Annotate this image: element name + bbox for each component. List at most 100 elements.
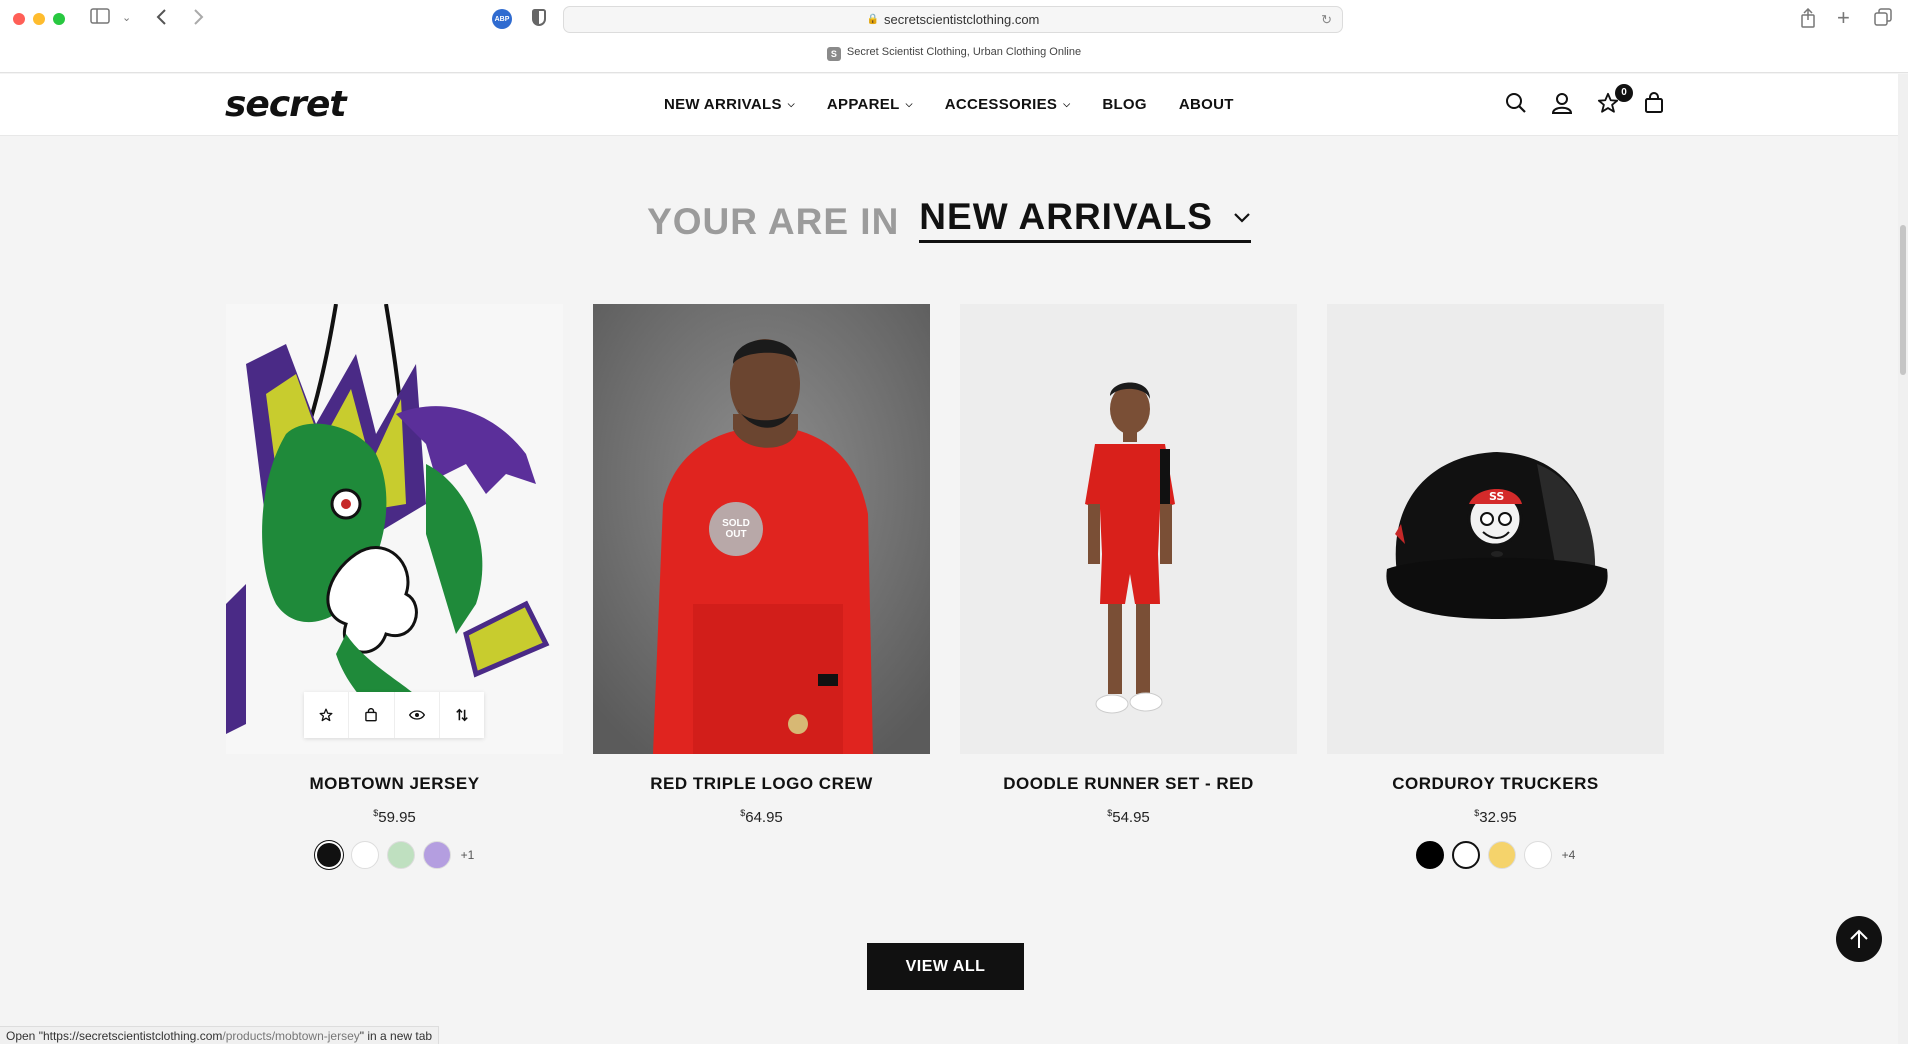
collection-selector[interactable]: NEW ARRIVALS <box>919 196 1251 243</box>
color-swatch-mint[interactable] <box>386 841 415 869</box>
adblock-extension-icon[interactable]: ABP <box>492 9 512 29</box>
nav-label: ACCESSORIES <box>944 96 1058 113</box>
link-status-bar: Open "https://secretscientistclothing.co… <box>0 1026 440 1044</box>
more-colors-count[interactable]: +1 <box>461 848 475 862</box>
color-swatches: +4 <box>1327 840 1664 870</box>
product-image-jersey[interactable] <box>226 304 563 754</box>
quick-view-button[interactable] <box>395 692 440 738</box>
color-swatch-white-outlined[interactable] <box>1451 841 1480 869</box>
quick-view-eye-icon <box>408 710 425 720</box>
address-bar[interactable]: 🔒 secretscientistclothing.com ↻ <box>563 6 1343 33</box>
tab-overview-icon[interactable] <box>1874 8 1892 30</box>
site-logo[interactable]: secret <box>225 84 347 125</box>
forward-button[interactable] <box>192 8 204 30</box>
header-actions: 0 <box>1505 84 1667 116</box>
price-value: 54.95 <box>1112 809 1150 826</box>
price-value: 32.95 <box>1479 809 1517 826</box>
product-name[interactable]: CORDUROY TRUCKERS <box>1327 774 1664 794</box>
color-swatch-black[interactable] <box>316 843 341 867</box>
lock-icon: 🔒 <box>866 14 880 25</box>
status-url-suffix: " in a new tab <box>359 1029 433 1043</box>
minimize-window-button[interactable] <box>33 13 45 25</box>
add-to-cart-button[interactable] <box>349 692 395 738</box>
cart-bag-icon[interactable] <box>1643 92 1667 116</box>
product-price: $54.95 <box>960 808 1297 826</box>
chevron-down-icon: ⌵ <box>905 99 913 109</box>
heading-prefix: YOUR ARE IN <box>647 201 900 242</box>
product-grid: MOBTOWN JERSEY $59.95 +1 RED TRIPLE LOGO… <box>226 304 1668 870</box>
color-swatch-black[interactable] <box>1415 841 1444 869</box>
wishlist-star-icon <box>319 708 333 722</box>
color-swatches: +1 <box>226 840 563 870</box>
arrow-up-icon <box>1850 929 1868 948</box>
nav-label: BLOG <box>1102 96 1147 113</box>
window-controls <box>13 13 65 25</box>
product-name[interactable]: DOODLE RUNNER SET - RED <box>960 774 1297 794</box>
share-icon[interactable] <box>1800 7 1816 32</box>
nav-about[interactable]: ABOUT <box>1179 96 1234 113</box>
color-swatch-white[interactable] <box>1523 841 1552 869</box>
privacy-shield-icon[interactable] <box>532 9 546 26</box>
svg-text:SS: SS <box>1489 490 1504 503</box>
color-swatch-lavender[interactable] <box>422 841 451 869</box>
add-to-cart-bag-icon <box>365 708 378 722</box>
nav-label: NEW ARRIVALS <box>664 96 782 113</box>
new-tab-icon[interactable]: + <box>1837 7 1850 29</box>
product-image-trucker-cap[interactable]: SS <box>1327 304 1664 754</box>
nav-apparel[interactable]: APPAREL ⌵ <box>827 96 913 113</box>
browser-toolbar: ⌄ ABP 🔒 secretscientistclothing.com ↻ + … <box>0 0 1908 73</box>
nav-accessories[interactable]: ACCESSORIES ⌵ <box>945 96 1071 113</box>
nav-label: APPAREL <box>826 96 900 113</box>
price-value: 64.95 <box>745 809 783 826</box>
product-price: $59.95 <box>226 808 563 826</box>
more-colors-count[interactable]: +4 <box>1562 848 1576 862</box>
status-url-path: /products/mobtown-jersey <box>222 1029 360 1043</box>
scrollbar-thumb[interactable] <box>1900 225 1906 375</box>
nav-new-arrivals[interactable]: NEW ARRIVALS ⌵ <box>664 96 795 113</box>
product-quick-actions <box>304 692 484 738</box>
color-swatch-white[interactable] <box>350 841 379 869</box>
compare-arrows-icon <box>456 708 468 722</box>
address-bar-url: secretscientistclothing.com <box>884 12 1040 27</box>
chevron-down-icon[interactable]: ⌄ <box>122 8 131 28</box>
nav-blog[interactable]: BLOG <box>1102 96 1147 113</box>
product-image-kid-set[interactable] <box>960 304 1297 754</box>
product-name[interactable]: MOBTOWN JERSEY <box>226 774 563 794</box>
price-value: 59.95 <box>378 809 416 826</box>
search-icon[interactable] <box>1505 92 1529 116</box>
site-header: secret NEW ARRIVALS ⌵ APPAREL ⌵ ACCESSORIE… <box>0 74 1898 136</box>
chevron-down-icon <box>1233 207 1251 228</box>
back-to-top-button[interactable] <box>1836 916 1882 962</box>
product-card[interactable]: SS CORDUROY TRUCKERS $32.95 +4 <box>1327 304 1664 870</box>
product-card[interactable]: RED TRIPLE LOGO CREW $64.95 <box>593 304 930 870</box>
sold-out-line2: OUT <box>725 529 747 540</box>
product-card[interactable]: MOBTOWN JERSEY $59.95 +1 <box>226 304 563 870</box>
collection-selector-value: NEW ARRIVALS <box>919 196 1213 237</box>
reload-icon[interactable]: ↻ <box>1321 12 1332 28</box>
product-card[interactable]: DOODLE RUNNER SET - RED $54.95 <box>960 304 1297 870</box>
sold-out-badge: SOLD OUT <box>709 502 763 556</box>
active-tab[interactable]: S Secret Scientist Clothing, Urban Clothi… <box>0 46 1908 61</box>
sidebar-toggle-icon[interactable] <box>90 8 110 28</box>
site-favicon: S <box>826 47 841 61</box>
back-button[interactable] <box>156 8 168 30</box>
tab-title: Secret Scientist Clothing, Urban Clothin… <box>846 46 1082 58</box>
compare-button[interactable] <box>440 692 484 738</box>
wishlist-star-icon[interactable]: 0 <box>1597 84 1633 116</box>
product-name[interactable]: RED TRIPLE LOGO CREW <box>593 774 930 794</box>
main-navigation: NEW ARRIVALS ⌵ APPAREL ⌵ ACCESSORIES ⌵ BLOG… <box>664 96 1234 113</box>
wishlist-count-badge: 0 <box>1615 84 1633 102</box>
chevron-down-icon: ⌵ <box>1063 99 1071 109</box>
collection-heading: YOUR ARE IN NEW ARRIVALS <box>0 196 1898 243</box>
zoom-window-button[interactable] <box>53 13 65 25</box>
account-icon[interactable] <box>1551 92 1575 116</box>
sold-out-line1: SOLD <box>722 518 750 529</box>
nav-label: ABOUT <box>1178 96 1234 113</box>
close-window-button[interactable] <box>13 13 25 25</box>
page-scrollbar[interactable] <box>1898 74 1908 1044</box>
color-swatch-yellow[interactable] <box>1487 841 1516 869</box>
add-to-wishlist-button[interactable] <box>304 692 350 738</box>
chevron-down-icon: ⌵ <box>787 99 795 109</box>
view-all-button[interactable]: VIEW ALL <box>867 943 1024 990</box>
status-url-prefix: Open "https://secretscientistclothing.co… <box>6 1029 223 1043</box>
